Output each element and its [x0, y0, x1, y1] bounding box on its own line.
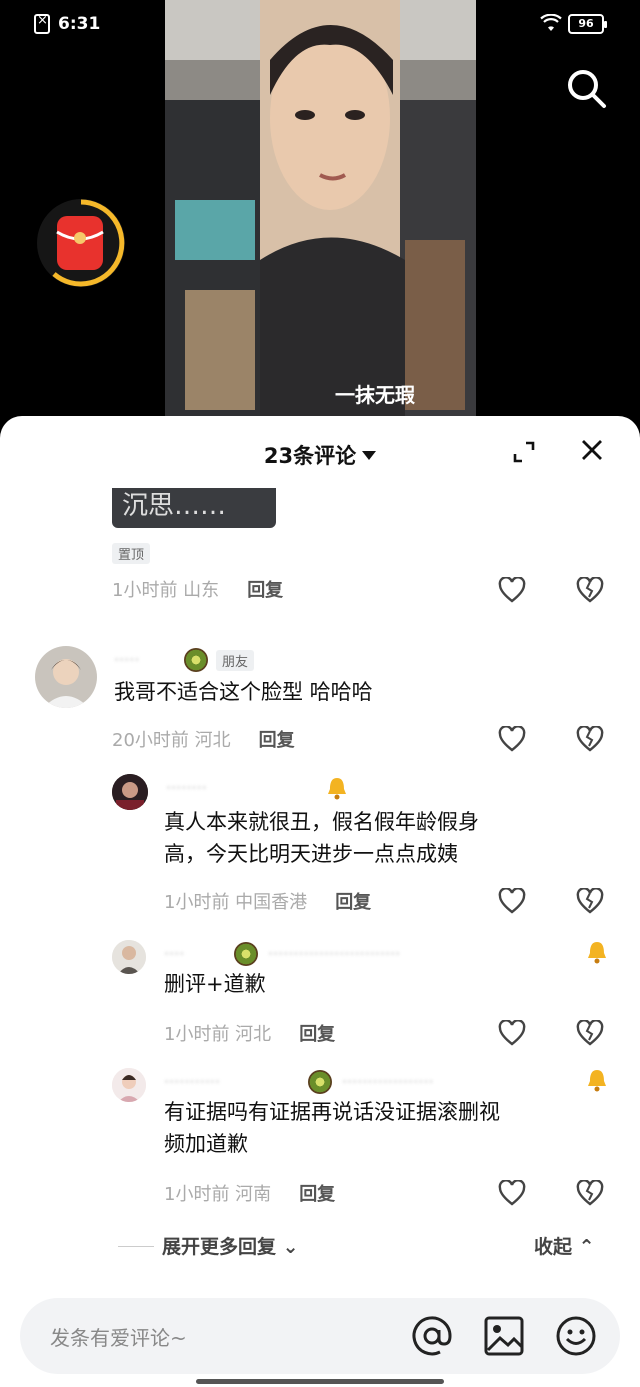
- comment-meta: 20小时前 河北 回复: [112, 726, 295, 752]
- comment-time-location: 1小时前 中国香港: [164, 892, 308, 913]
- comment-count-label: 23条评论: [263, 444, 357, 468]
- reply-text-line: 有证据吗有证据再说话没证据滚删视: [164, 1100, 500, 1124]
- bell-emoji-icon: [588, 1070, 606, 1092]
- kiwi-emoji-icon: [308, 1070, 332, 1094]
- comment-meta: 1小时前 河南 回复: [164, 1180, 335, 1206]
- broken-heart-icon[interactable]: [576, 726, 604, 752]
- reply-text-line: 真人本来就很丑，假名假年龄假身: [164, 810, 479, 834]
- video-overlay-text: 一抹无瑕: [335, 383, 416, 407]
- wifi-icon: [540, 14, 562, 31]
- broken-heart-icon[interactable]: [576, 577, 604, 603]
- comment-text: 我哥不适合这个脸型 哈哈哈: [114, 680, 373, 704]
- chevron-up-icon: ⌃: [578, 1236, 595, 1258]
- video-frame: 一抹无瑕: [165, 0, 476, 420]
- reply-target-name[interactable]: ··························: [268, 944, 568, 963]
- at-icon[interactable]: [410, 1314, 454, 1358]
- reply-button[interactable]: 回复: [335, 892, 371, 913]
- reply-button[interactable]: 回复: [247, 580, 283, 601]
- comment-meta: 1小时前 河北 回复: [164, 1020, 335, 1046]
- heart-icon[interactable]: [498, 888, 526, 914]
- collapse-label: 收起: [534, 1236, 573, 1258]
- close-icon[interactable]: [580, 438, 604, 462]
- reply-text-line: 频加道歉: [164, 1132, 248, 1156]
- broken-heart-icon[interactable]: [576, 1020, 604, 1046]
- search-icon[interactable]: [564, 66, 608, 110]
- kiwi-emoji-icon: [184, 648, 208, 672]
- reply-text: 真人本来就很丑，假名假年龄假身 高，今天比明天进步一点点成姨: [164, 806, 479, 870]
- red-packet-icon[interactable]: [36, 198, 126, 288]
- broken-heart-icon[interactable]: [576, 1180, 604, 1206]
- reply-author-name[interactable]: ········: [166, 778, 207, 797]
- comment-time-location: 1小时前 河北: [164, 1024, 272, 1045]
- expand-more-label: 展开更多回复: [162, 1236, 277, 1258]
- comment-meta: 1小时前 中国香港 回复: [164, 888, 371, 914]
- emoji-icon[interactable]: [554, 1314, 598, 1358]
- comment-image-thumbnail[interactable]: 沉思……: [112, 488, 276, 528]
- reply-button[interactable]: 回复: [259, 730, 295, 751]
- kiwi-emoji-icon: [234, 942, 258, 966]
- comment-input-bar[interactable]: 发条有爱评论~: [20, 1298, 620, 1374]
- avatar[interactable]: [112, 774, 148, 810]
- comment-count[interactable]: 23条评论: [0, 440, 640, 470]
- comment-time-location: 20小时前 河北: [112, 730, 231, 751]
- chevron-down-icon: ⌄: [282, 1236, 299, 1258]
- expand-icon[interactable]: [512, 440, 536, 464]
- broken-heart-icon[interactable]: [576, 888, 604, 914]
- avatar[interactable]: [112, 1068, 146, 1102]
- sim-icon: [34, 13, 50, 34]
- comment-time-location: 1小时前 河南: [164, 1184, 272, 1205]
- expand-more-replies-button[interactable]: 展开更多回复 ⌄: [118, 1232, 299, 1259]
- video-player[interactable]: 一抹无瑕: [165, 0, 476, 420]
- heart-icon[interactable]: [498, 577, 526, 603]
- pinned-badge: 置顶: [112, 543, 151, 564]
- heart-icon[interactable]: [498, 1020, 526, 1046]
- heart-icon[interactable]: [498, 1180, 526, 1206]
- comment-meta: 1小时前 山东 回复: [112, 576, 283, 602]
- reply-target-name[interactable]: ··················: [342, 1072, 582, 1091]
- status-time: 6:31: [58, 14, 101, 34]
- heart-icon[interactable]: [498, 726, 526, 752]
- bell-emoji-icon: [328, 778, 346, 800]
- reply-text: 有证据吗有证据再说话没证据滚删视 频加道歉: [164, 1096, 500, 1160]
- reply-button[interactable]: 回复: [299, 1184, 335, 1205]
- comments-sheet: 23条评论 沉思…… 置顶 1小时前 山东 回复 ····· 朋友 我哥不适合这个…: [0, 416, 640, 1387]
- comment-input[interactable]: 发条有爱评论~: [50, 1322, 187, 1351]
- comment-time-location: 1小时前 山东: [112, 580, 220, 601]
- sheet-header: 23条评论: [0, 416, 640, 486]
- battery-icon: 96: [568, 14, 607, 34]
- comment-author-name[interactable]: ·····: [114, 650, 139, 669]
- collapse-button[interactable]: 收起 ⌃: [534, 1232, 595, 1259]
- reply-text: 删评+道歉: [164, 972, 266, 996]
- reply-button[interactable]: 回复: [299, 1024, 335, 1045]
- caret-down-icon: [362, 451, 377, 460]
- image-icon[interactable]: [482, 1314, 526, 1358]
- avatar[interactable]: [35, 646, 97, 708]
- reply-author-name[interactable]: ···········: [164, 1072, 220, 1091]
- reply-text-line: 高，今天比明天进步一点点成姨: [164, 842, 458, 866]
- avatar[interactable]: [112, 940, 146, 974]
- home-indicator: [196, 1379, 444, 1384]
- reply-author-name[interactable]: ····: [164, 944, 184, 963]
- bell-emoji-icon: [588, 942, 606, 964]
- friend-badge: 朋友: [216, 650, 255, 671]
